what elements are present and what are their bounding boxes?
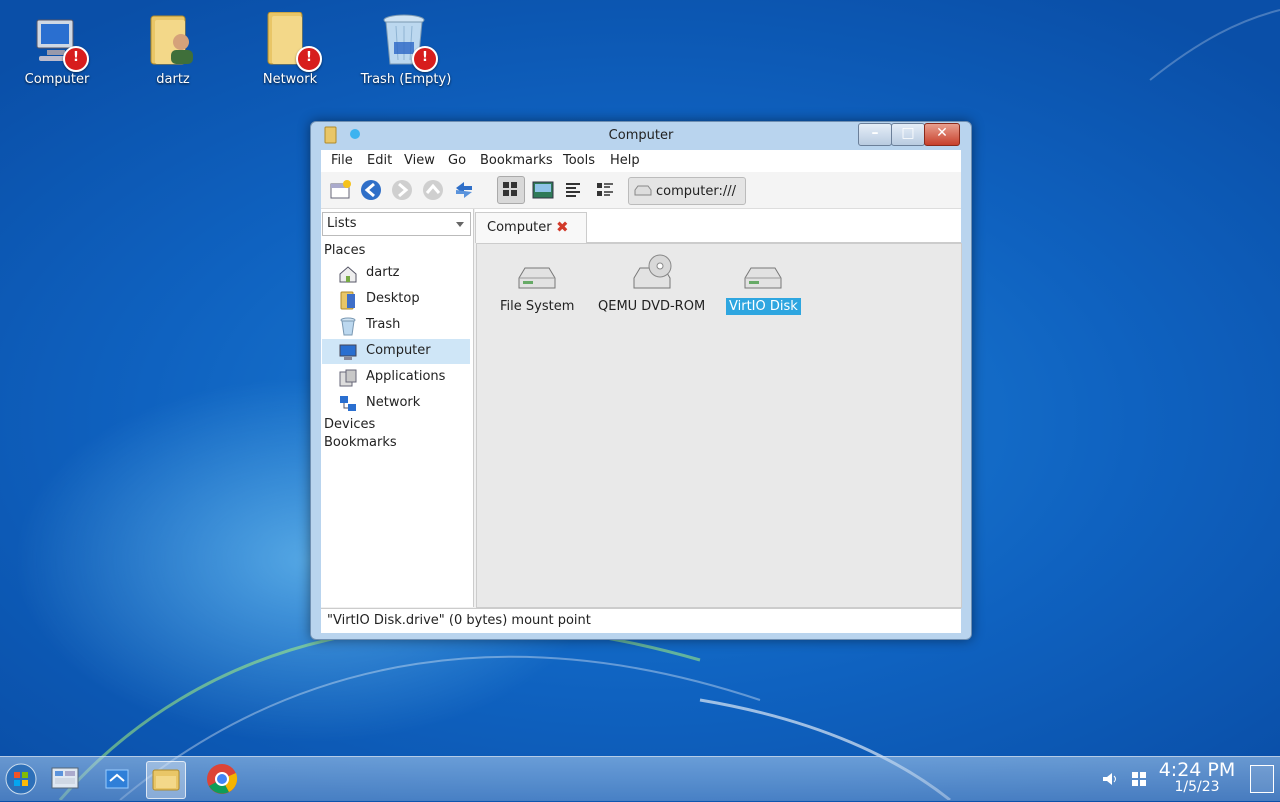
status-text: "VirtIO Disk.drive" (0 bytes) mount poin… xyxy=(327,613,591,628)
minimize-button[interactable]: – xyxy=(858,123,892,146)
warning-badge: ! xyxy=(63,46,89,72)
warning-badge: ! xyxy=(412,46,438,72)
file-item-label: VirtIO Disk xyxy=(726,298,801,315)
volume-icon[interactable] xyxy=(1101,770,1119,788)
computer-icon: ! xyxy=(29,12,89,72)
user-folder-icon xyxy=(145,12,201,68)
computer-icon xyxy=(339,344,357,360)
thumbnail-view-icon[interactable] xyxy=(531,178,555,202)
reload-icon[interactable] xyxy=(452,178,476,202)
maximize-icon: □ xyxy=(901,125,915,141)
minimize-icon: – xyxy=(871,125,879,141)
file-item-file-system[interactable]: File System xyxy=(497,254,577,315)
menu-view[interactable]: View xyxy=(404,153,435,168)
file-item-virtio-disk[interactable]: VirtIO Disk xyxy=(726,254,801,315)
trash-icon xyxy=(340,317,356,336)
close-button[interactable]: ✕ xyxy=(924,123,960,146)
title-bar[interactable]: Computer – □ ✕ xyxy=(311,122,971,150)
clock-date: 1/5/23 xyxy=(1174,779,1220,795)
desktop-icon-label: dartz xyxy=(156,72,190,87)
clock[interactable]: 4:24 PM 1/5/23 xyxy=(1154,759,1240,795)
drive-icon xyxy=(739,254,787,294)
chrome-icon[interactable] xyxy=(203,761,241,797)
back-icon[interactable] xyxy=(359,178,383,202)
sidebar-item-trash[interactable]: Trash xyxy=(322,313,470,338)
sidebar-item-dartz[interactable]: dartz xyxy=(322,261,470,286)
window-client: File Edit View Go Bookmarks Tools Help c… xyxy=(321,150,962,633)
detailed-view-icon[interactable] xyxy=(593,178,617,202)
file-item-label: QEMU DVD-ROM xyxy=(598,299,706,314)
menu-help[interactable]: Help xyxy=(610,153,640,168)
menu-tools[interactable]: Tools xyxy=(563,153,595,168)
desktop-icon-network[interactable]: ! Network xyxy=(240,11,340,87)
network-folder-icon: ! xyxy=(262,11,322,72)
home-icon xyxy=(339,266,357,283)
control-panel-icon[interactable] xyxy=(46,761,84,797)
forward-icon[interactable] xyxy=(390,178,414,202)
file-item-label: File System xyxy=(500,299,575,314)
sidebar-item-computer[interactable]: Computer xyxy=(322,339,470,364)
clock-time: 4:24 PM xyxy=(1158,759,1236,781)
sidebar-item-label: Desktop xyxy=(366,291,420,306)
bookmarks-heading[interactable]: Bookmarks xyxy=(324,435,397,450)
file-item-qemu-dvd-rom[interactable]: QEMU DVD-ROM xyxy=(595,254,708,315)
sidebar-item-applications[interactable]: Applications xyxy=(322,365,470,390)
sidebar-item-label: Network xyxy=(366,395,421,410)
sidebar-item-label: Applications xyxy=(366,369,446,384)
menu-bookmarks[interactable]: Bookmarks xyxy=(480,153,553,168)
tab-computer[interactable]: Computer ✖ xyxy=(475,212,587,243)
desktop-icon-label: Trash (Empty) xyxy=(360,72,452,87)
icon-view-icon[interactable] xyxy=(497,176,525,204)
warning-badge: ! xyxy=(296,46,322,72)
sidebar-item-label: dartz xyxy=(366,265,400,280)
folder-view[interactable]: File System QEMU DVD-ROM VirtIO Disk xyxy=(476,243,962,608)
desktop-switch-icon[interactable] xyxy=(98,761,136,797)
menu-bar: File Edit View Go Bookmarks Tools Help xyxy=(321,150,961,172)
sidebar-item-desktop[interactable]: Desktop xyxy=(322,287,470,312)
menu-edit[interactable]: Edit xyxy=(367,153,392,168)
drive-icon xyxy=(634,185,652,196)
sidebar-item-label: Trash xyxy=(366,317,401,332)
side-panel-mode-select[interactable]: Lists xyxy=(322,212,471,236)
tab-label: Computer xyxy=(487,220,552,235)
file-manager-window[interactable]: Computer – □ ✕ File Edit View Go Bookmar… xyxy=(310,121,972,640)
file-manager-icon[interactable] xyxy=(146,761,186,799)
desktop-icon-trash[interactable]: ! Trash (Empty) xyxy=(356,12,456,87)
up-icon[interactable] xyxy=(421,178,445,202)
drive-icon xyxy=(513,254,561,294)
address-bar[interactable]: computer:/// xyxy=(628,177,746,205)
desktop-icon-computer[interactable]: ! Computer xyxy=(7,12,107,87)
sidebar-item-label: Computer xyxy=(366,343,431,358)
new-window-icon[interactable] xyxy=(329,178,353,202)
desktop-icon-label: Network xyxy=(262,72,318,87)
show-desktop-button[interactable] xyxy=(1250,765,1274,793)
network-icon xyxy=(340,396,356,411)
optical-drive-icon xyxy=(628,254,676,294)
devices-heading[interactable]: Devices xyxy=(324,417,375,432)
desktop-icon-label: Computer xyxy=(24,72,90,87)
folder-icon xyxy=(340,291,355,310)
places-heading[interactable]: Places xyxy=(324,243,365,258)
compact-view-icon[interactable] xyxy=(562,178,586,202)
maximize-button[interactable]: □ xyxy=(891,123,925,146)
chevron-down-icon xyxy=(456,222,464,227)
side-panel-mode-label: Lists xyxy=(327,216,357,231)
close-icon: ✕ xyxy=(936,125,948,141)
desktop-icon-dartz[interactable]: dartz xyxy=(123,12,223,87)
tab-close-icon[interactable]: ✖ xyxy=(556,218,569,236)
side-panel: Lists Places dartz Desktop Trash Compute… xyxy=(321,209,474,607)
tab-bar: Computer ✖ xyxy=(475,209,961,243)
start-orb-icon[interactable] xyxy=(2,761,40,797)
windows-icon[interactable] xyxy=(1131,771,1147,787)
taskbar: 4:24 PM 1/5/23 xyxy=(0,756,1280,801)
status-bar: "VirtIO Disk.drive" (0 bytes) mount poin… xyxy=(321,608,961,633)
address-text: computer:/// xyxy=(656,184,736,199)
toolbar: computer:/// xyxy=(321,172,961,209)
applications-icon xyxy=(339,369,357,387)
sidebar-item-network[interactable]: Network xyxy=(322,391,470,416)
menu-go[interactable]: Go xyxy=(448,153,466,168)
trash-icon: ! xyxy=(378,12,438,72)
menu-file[interactable]: File xyxy=(331,153,353,168)
